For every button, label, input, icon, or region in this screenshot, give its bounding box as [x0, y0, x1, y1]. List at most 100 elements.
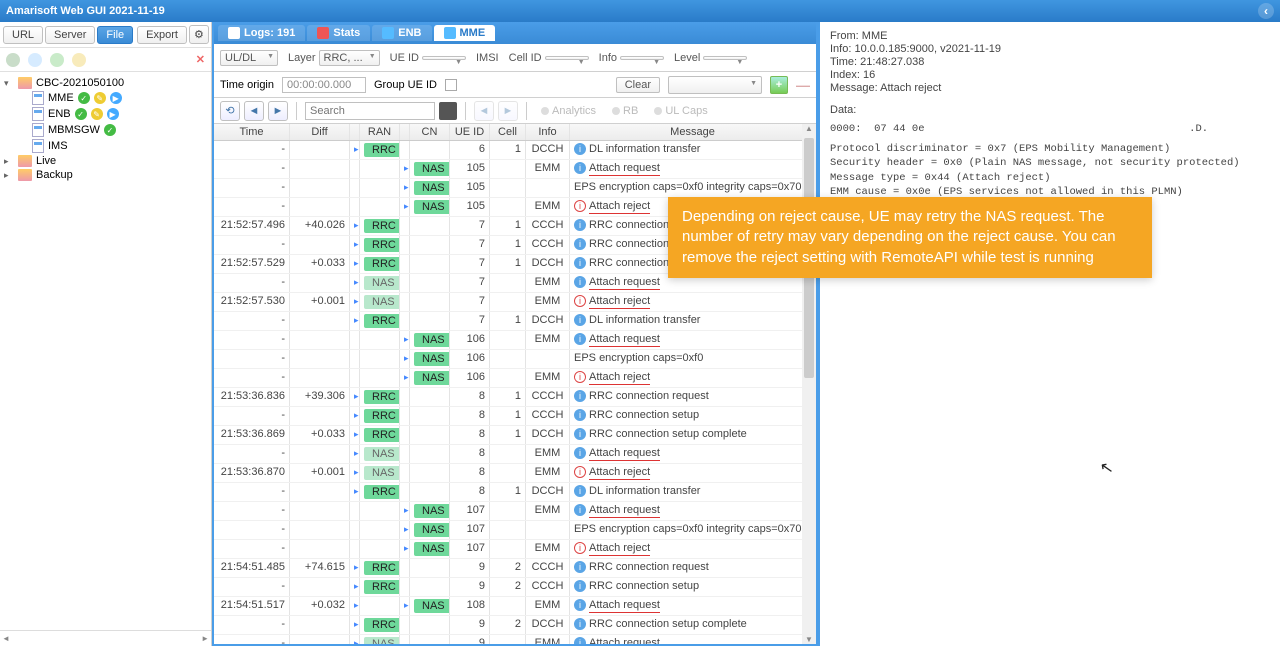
tree-item[interactable]: MME✓✎▶	[0, 90, 211, 106]
search-next-icon[interactable]: ►	[498, 101, 518, 121]
column-header[interactable]: Cell	[490, 124, 526, 140]
detail-panel: From: MME Info: 10.0.0.185:9000, v2021-1…	[818, 22, 1280, 646]
add-filter-icon[interactable]: +	[770, 76, 788, 94]
server-button[interactable]: Server	[45, 26, 95, 44]
main-panel: Logs: 191StatsENBMME UL/DL LayerRRC, ...…	[212, 22, 818, 646]
annotation-overlay: Depending on reject cause, UE may retry …	[668, 197, 1152, 278]
table-row[interactable]: -▸RRC71DCCHiDL information transfer	[214, 312, 816, 331]
column-header[interactable]: Diff	[290, 124, 350, 140]
action-icon-3[interactable]	[72, 53, 86, 67]
green-badge-icon: ✓	[78, 92, 90, 104]
search-prev-icon[interactable]: ◄	[474, 101, 494, 121]
tree-item[interactable]: ▾CBC-2021050100	[0, 76, 211, 90]
clear-button[interactable]: Clear	[616, 77, 660, 93]
rb-button[interactable]: RB	[606, 103, 644, 119]
info-icon: i	[574, 162, 586, 174]
tab-enb[interactable]: ENB	[372, 25, 431, 41]
nav-next-icon[interactable]: ►	[268, 101, 288, 121]
nav-home-icon[interactable]: ⟲	[220, 101, 240, 121]
ueid-select[interactable]	[422, 56, 466, 60]
layer-select[interactable]: RRC, ...	[319, 50, 380, 66]
sidebar-h-scroll[interactable]	[0, 630, 211, 646]
uldl-select[interactable]: UL/DL	[220, 50, 278, 66]
table-row[interactable]: 21:54:51.517+0.032▸▸NAS108EMMiAttach req…	[214, 597, 816, 616]
export-settings-icon[interactable]: ⚙	[189, 25, 209, 44]
tab-bar: Logs: 191StatsENBMME	[214, 22, 816, 44]
green-badge-icon: ✓	[75, 108, 87, 120]
table-row[interactable]: 21:54:51.485+74.615▸RRC92CCCHiRRC connec…	[214, 559, 816, 578]
tree-item[interactable]: ▸Live	[0, 154, 211, 168]
tree-item[interactable]: IMS	[0, 138, 211, 154]
table-row[interactable]: -▸NAS107EMMiAttach request	[214, 502, 816, 521]
table-row[interactable]: 21:53:36.870+0.001▸NAS8EMMiAttach reject	[214, 464, 816, 483]
url-button[interactable]: URL	[3, 26, 43, 44]
file-button[interactable]: File	[97, 26, 133, 44]
action-icon-2[interactable]	[50, 53, 64, 67]
table-row[interactable]: 21:53:36.869+0.033▸RRC81DCCHiRRC connect…	[214, 426, 816, 445]
column-header[interactable]: Info	[526, 124, 570, 140]
filter-preset-select[interactable]	[668, 76, 762, 94]
table-row[interactable]: -▸RRC61DCCHiDL information transfer	[214, 141, 816, 160]
table-row[interactable]: -▸NAS8EMMiAttach request	[214, 445, 816, 464]
search-input[interactable]	[305, 102, 435, 120]
tree-item[interactable]: ▸Backup	[0, 168, 211, 182]
table-row[interactable]: 21:53:36.836+39.306▸RRC81CCCHiRRC connec…	[214, 388, 816, 407]
table-row[interactable]: -▸NAS9EMMiAttach request	[214, 635, 816, 644]
table-row[interactable]: -▸NAS107EMMiAttach reject	[214, 540, 816, 559]
mme-icon	[444, 27, 456, 39]
play-badge-icon: ▶	[107, 108, 119, 120]
folder-icon	[18, 169, 32, 181]
tree-item[interactable]: MBMSGW✓	[0, 122, 211, 138]
table-row[interactable]: -▸RRC81CCCHiRRC connection setup	[214, 407, 816, 426]
filter-row-1: UL/DL LayerRRC, ... UE ID IMSI Cell ID I…	[214, 44, 816, 72]
tab-mme[interactable]: MME	[434, 25, 496, 41]
collapse-sidebar-icon[interactable]	[1258, 3, 1274, 19]
export-button[interactable]: Export	[137, 26, 187, 44]
analytics-button[interactable]: Analytics	[535, 103, 602, 119]
nav-prev-icon[interactable]: ◄	[244, 101, 264, 121]
column-header[interactable]: Message	[570, 124, 816, 140]
info-icon: i	[574, 143, 586, 155]
info-icon: i	[574, 200, 586, 212]
table-row[interactable]: -▸NAS106EMMiAttach reject	[214, 369, 816, 388]
table-row[interactable]: -▸NAS107EPS encryption caps=0xf0 integri…	[214, 521, 816, 540]
app-title: Amarisoft Web GUI 2021-11-19	[6, 5, 165, 17]
info-select[interactable]	[620, 56, 664, 60]
tree-label: MME	[48, 92, 74, 104]
info-icon: i	[574, 257, 586, 269]
close-icon[interactable]: ✕	[196, 53, 205, 66]
column-header[interactable]: Time	[214, 124, 290, 140]
table-row[interactable]: -▸RRC92DCCHiRRC connection setup complet…	[214, 616, 816, 635]
level-select[interactable]	[703, 56, 747, 60]
ulcaps-button[interactable]: UL Caps	[648, 103, 713, 119]
search-row: ⟲ ◄ ► ◄ ► Analytics RB UL Caps	[214, 98, 816, 124]
table-row[interactable]: 21:52:57.530+0.001▸NAS7EMMiAttach reject	[214, 293, 816, 312]
cellid-select[interactable]	[545, 56, 589, 60]
refresh-icon[interactable]	[6, 53, 20, 67]
tab-stats[interactable]: Stats	[307, 25, 370, 41]
info-icon: i	[574, 637, 586, 644]
column-header[interactable]: RAN	[360, 124, 400, 140]
table-header: TimeDiff RAN CNUE IDCellInfoMessage	[214, 124, 816, 141]
page-icon	[32, 123, 44, 137]
column-header[interactable]	[350, 124, 360, 140]
action-icon-1[interactable]	[28, 53, 42, 67]
table-row[interactable]: -▸NAS106EMMiAttach request	[214, 331, 816, 350]
group-ueid-checkbox[interactable]	[445, 79, 457, 91]
time-origin-input[interactable]	[282, 77, 366, 93]
table-row[interactable]: -▸NAS105EPS encryption caps=0xf0 integri…	[214, 179, 816, 198]
tab-logs[interactable]: Logs: 191	[218, 25, 305, 41]
binoculars-icon[interactable]	[439, 102, 457, 120]
column-header[interactable]	[400, 124, 410, 140]
imsi-label: IMSI	[476, 52, 499, 64]
remove-filter-icon[interactable]: —	[796, 77, 810, 93]
table-row[interactable]: -▸RRC92CCCHiRRC connection setup	[214, 578, 816, 597]
column-header[interactable]: CN	[410, 124, 450, 140]
table-row[interactable]: -▸NAS105EMMiAttach request	[214, 160, 816, 179]
level-label: Level	[674, 52, 700, 64]
column-header[interactable]: UE ID	[450, 124, 490, 140]
table-row[interactable]: -▸NAS106EPS encryption caps=0xf0	[214, 350, 816, 369]
tree-item[interactable]: ENB✓✎▶	[0, 106, 211, 122]
stats-icon	[317, 27, 329, 39]
table-row[interactable]: -▸RRC81DCCHiDL information transfer	[214, 483, 816, 502]
